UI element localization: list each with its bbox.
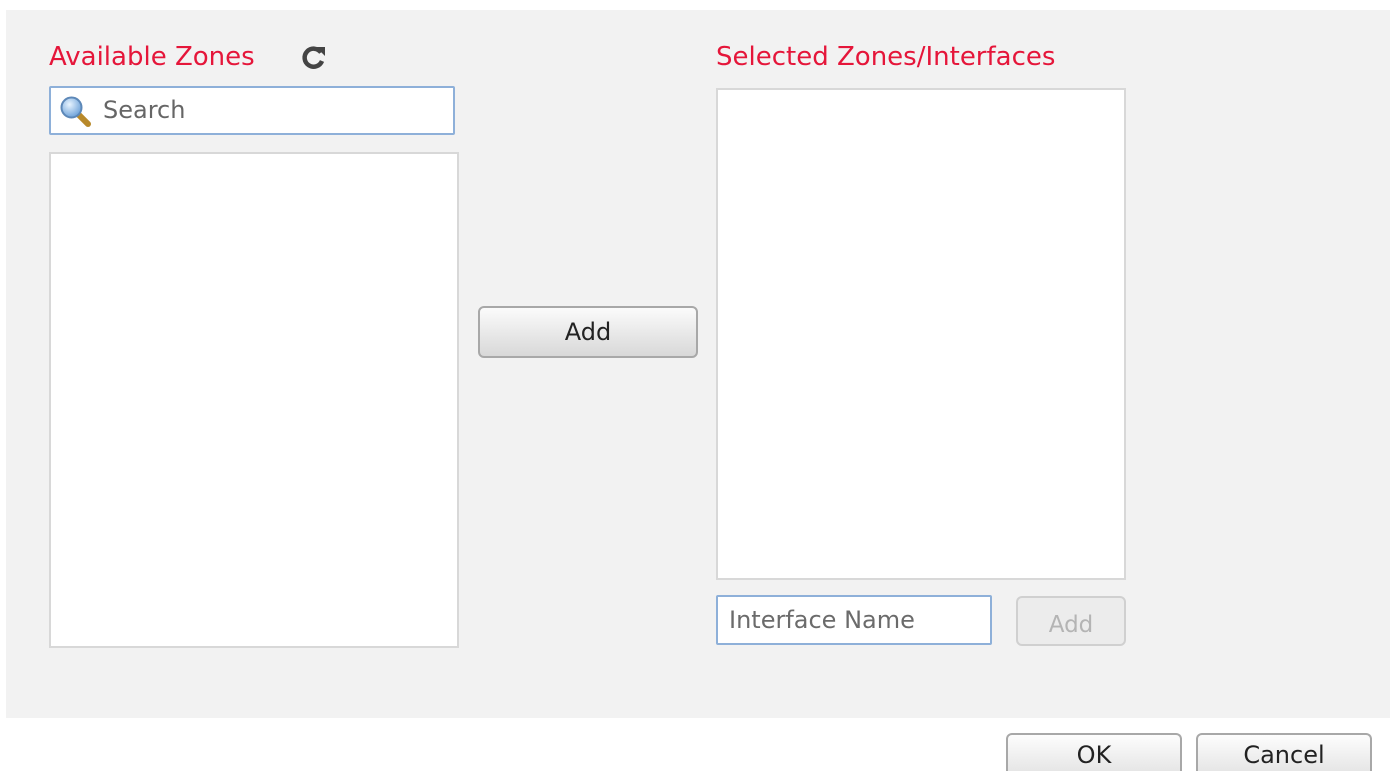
interface-name-input[interactable]: Interface Name bbox=[729, 597, 915, 643]
selected-zones-list[interactable] bbox=[716, 88, 1126, 580]
ok-button[interactable]: OK bbox=[1006, 733, 1182, 771]
interface-name-field[interactable]: Interface Name bbox=[716, 595, 992, 645]
search-input[interactable]: Search bbox=[103, 88, 185, 133]
available-zones-list[interactable] bbox=[49, 152, 459, 648]
add-interface-button[interactable]: Add bbox=[1016, 596, 1126, 646]
search-field[interactable]: Search bbox=[49, 86, 455, 135]
selected-zones-title: Selected Zones/Interfaces bbox=[716, 42, 1056, 72]
search-icon bbox=[60, 96, 91, 127]
dialog: Available Zones Search Add Selected Zone… bbox=[0, 0, 1390, 771]
available-zones-title: Available Zones bbox=[49, 42, 255, 72]
add-button[interactable]: Add bbox=[478, 306, 698, 358]
refresh-icon[interactable] bbox=[300, 43, 328, 71]
cancel-button[interactable]: Cancel bbox=[1196, 733, 1372, 771]
